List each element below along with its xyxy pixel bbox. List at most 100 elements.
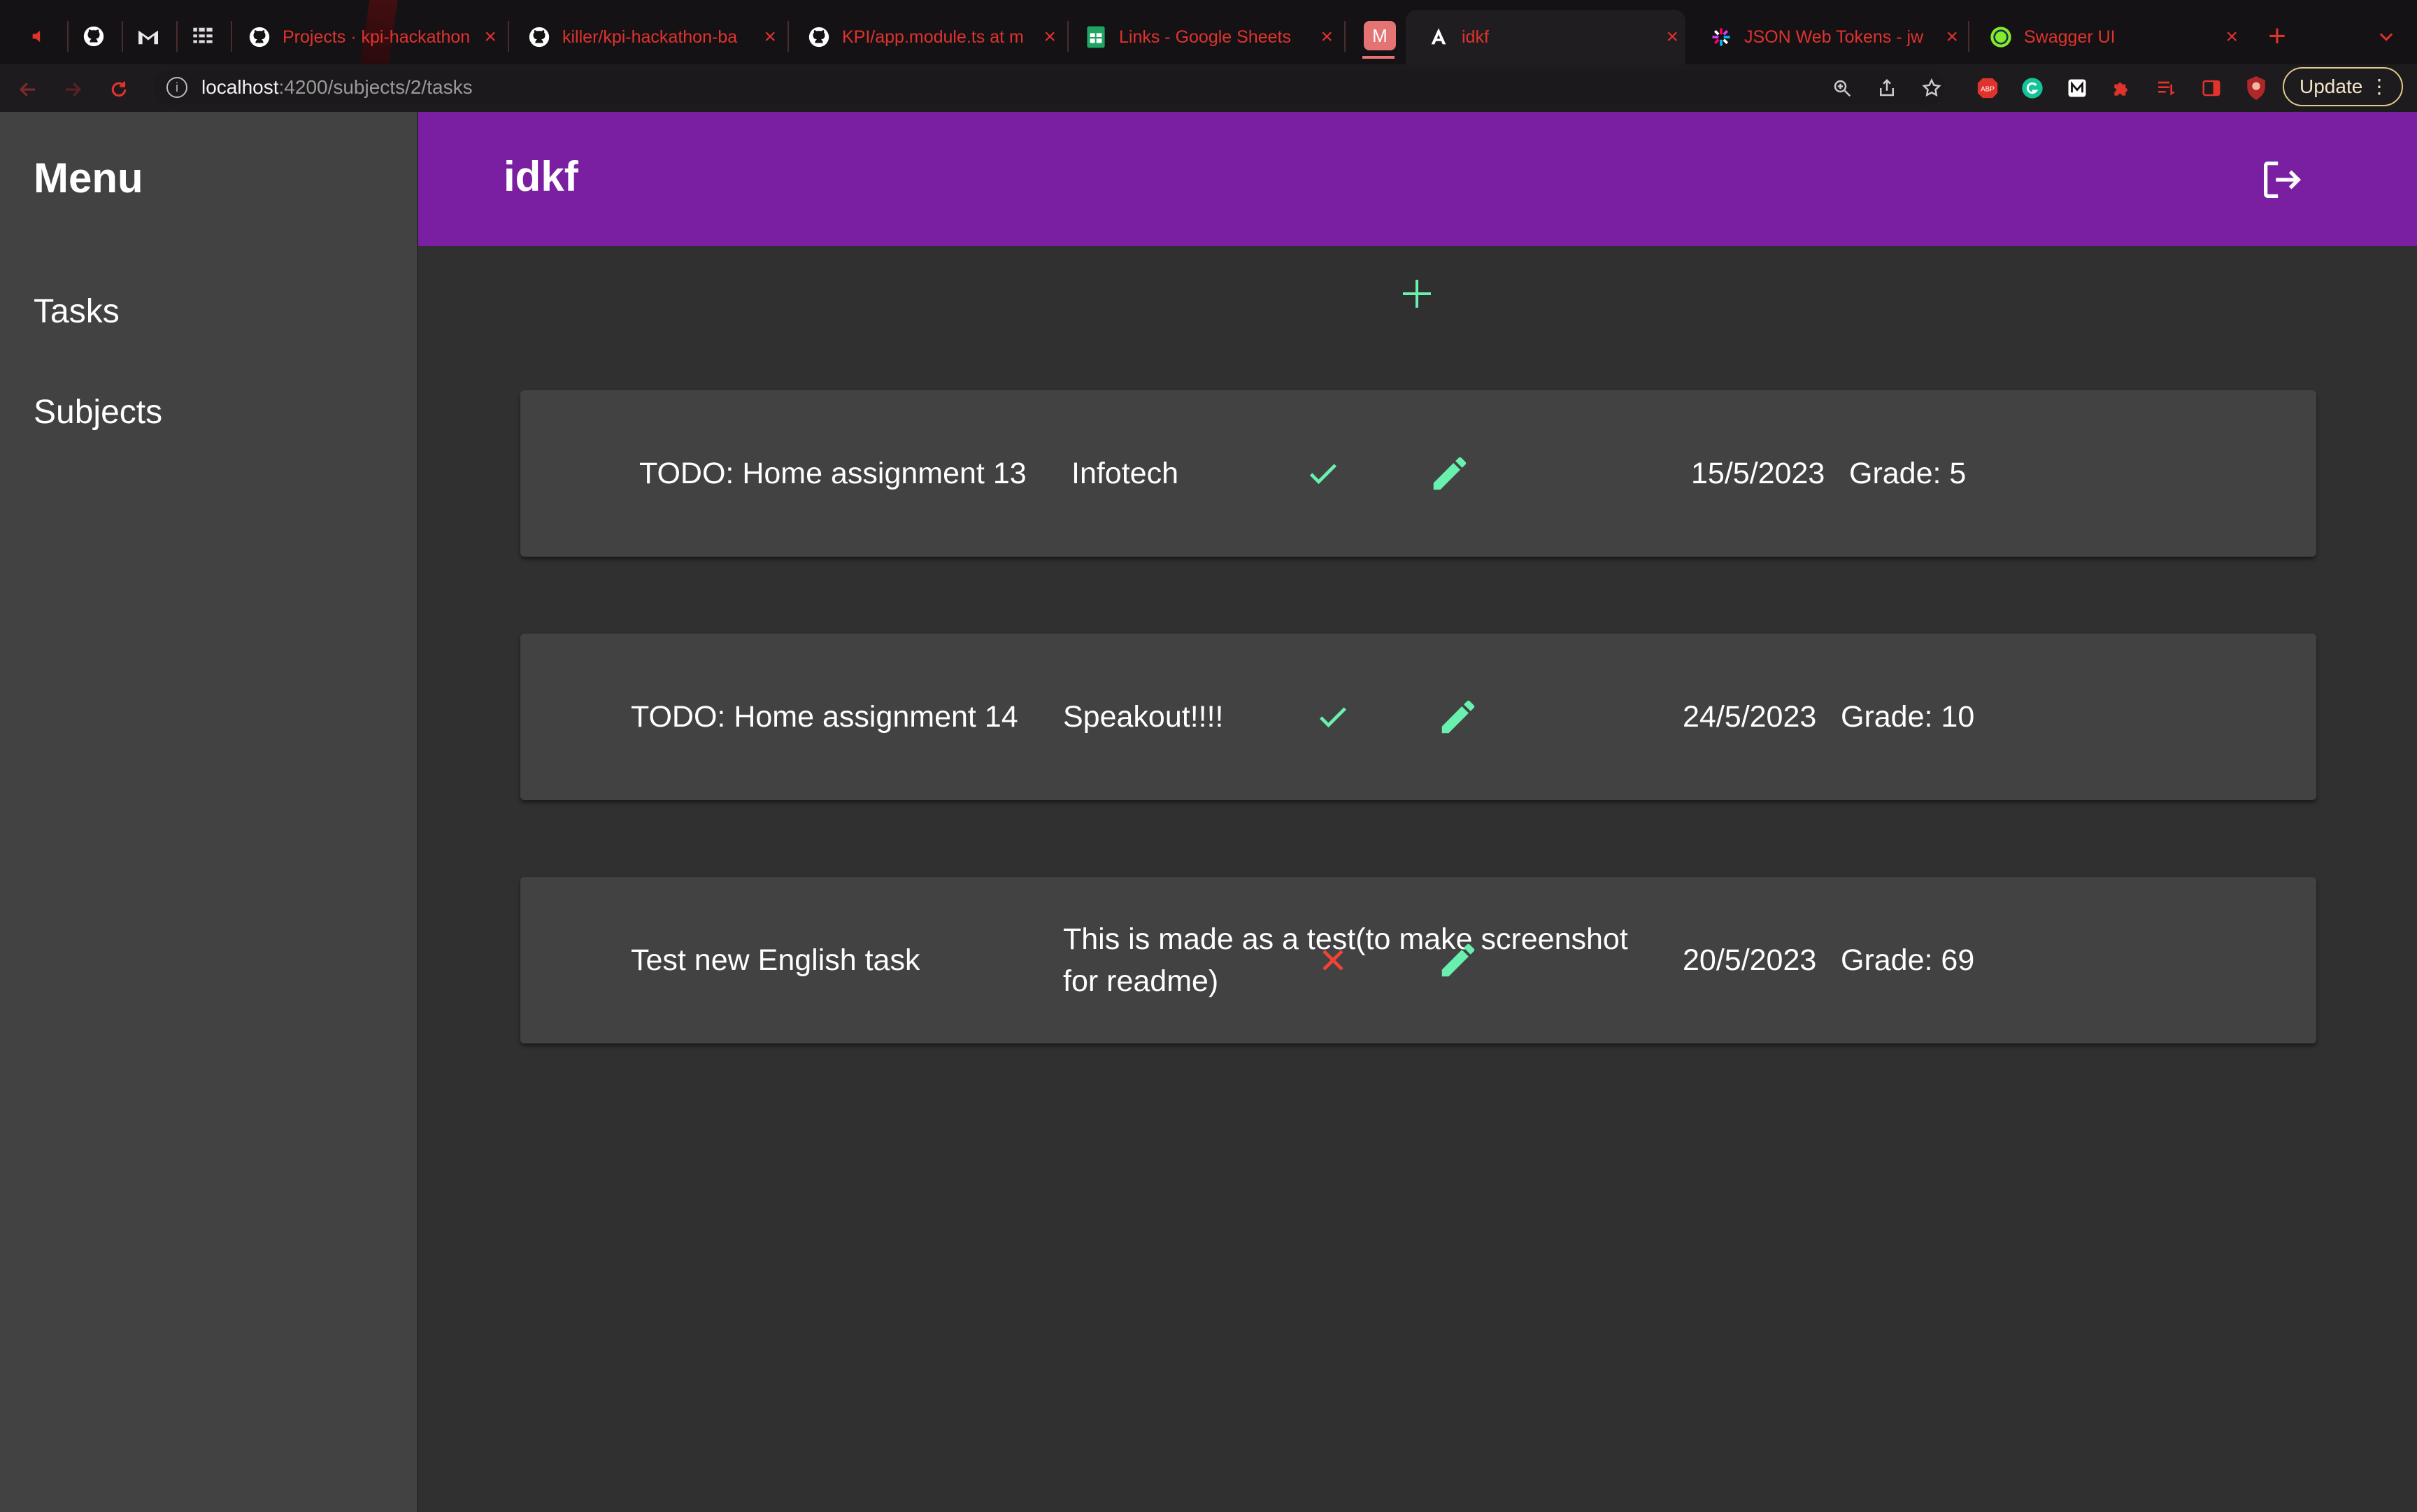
update-label: Update bbox=[2300, 76, 2363, 97]
github-icon bbox=[527, 25, 551, 49]
puzzle-icon bbox=[2114, 83, 2127, 96]
task-name: Test new English task bbox=[631, 943, 920, 977]
sidebar-item-subjects[interactable]: Subjects bbox=[34, 393, 162, 432]
logout-button[interactable] bbox=[2258, 155, 2307, 204]
update-button[interactable]: Update ⋮ bbox=[2283, 67, 2403, 106]
tab-badge-m[interactable]: M bbox=[1362, 20, 1397, 52]
check-icon bbox=[1319, 707, 1347, 728]
adblock-icon: ABP bbox=[1977, 78, 1998, 99]
tab-close-icon[interactable]: × bbox=[1666, 25, 1678, 49]
tab-close-icon[interactable]: × bbox=[764, 25, 776, 49]
edit-task-button[interactable] bbox=[1428, 452, 1471, 495]
tab-close-icon[interactable]: × bbox=[484, 25, 497, 49]
task-date: 24/5/2023 bbox=[1683, 700, 1817, 734]
speaker-icon bbox=[32, 30, 41, 43]
task-card: TODO: Home assignment 14 Speakout!!!! 24… bbox=[520, 634, 2316, 800]
browser-tab-app-module[interactable]: KPI/app.module.ts at m × bbox=[783, 10, 1063, 64]
share-button[interactable] bbox=[1873, 74, 1901, 102]
pinned-tab-github[interactable] bbox=[78, 21, 109, 52]
task-grade: Grade: 69 bbox=[1841, 943, 1975, 977]
back-button[interactable] bbox=[14, 76, 42, 104]
browser-tab-idkf[interactable]: idkf × bbox=[1406, 10, 1685, 64]
profile-button[interactable] bbox=[2242, 74, 2270, 102]
task-date: 15/5/2023 bbox=[1691, 457, 1825, 490]
reload-icon bbox=[111, 81, 127, 97]
gmail-icon bbox=[138, 30, 158, 45]
forward-button[interactable] bbox=[59, 76, 87, 104]
reload-button[interactable] bbox=[105, 76, 133, 104]
side-panel-button[interactable] bbox=[2197, 74, 2225, 102]
medium-icon bbox=[2068, 79, 2086, 97]
swagger-icon bbox=[1989, 25, 2013, 49]
active-indicator bbox=[1362, 56, 1395, 59]
arrow-left-icon bbox=[19, 83, 35, 97]
browser-tab-swagger[interactable]: Swagger UI × bbox=[1965, 10, 2245, 64]
add-task-button[interactable] bbox=[1396, 273, 1438, 315]
tab-close-icon[interactable]: × bbox=[1043, 25, 1056, 49]
pinned-tab-speaker[interactable] bbox=[24, 21, 55, 52]
browser-tab-jwt[interactable]: JSON Web Tokens - jw × bbox=[1685, 10, 1965, 64]
url-host: localhost bbox=[201, 76, 279, 98]
github-icon bbox=[83, 26, 104, 47]
task-name: TODO: Home assignment 14 bbox=[631, 700, 1018, 734]
jwt-icon bbox=[1709, 25, 1733, 49]
url-path: :4200/subjects/2/tasks bbox=[278, 76, 473, 98]
medium-extension[interactable] bbox=[2063, 74, 2091, 102]
site-info-icon[interactable]: i bbox=[166, 77, 187, 98]
sidebar: Menu Tasks Subjects bbox=[0, 112, 418, 1512]
pencil-icon bbox=[1441, 943, 1475, 977]
task-done-status bbox=[1315, 699, 1351, 735]
edit-task-button[interactable] bbox=[1436, 695, 1480, 739]
sidebar-title: Menu bbox=[34, 155, 143, 201]
extensions-button[interactable] bbox=[2108, 74, 2136, 102]
tab-separator bbox=[1344, 21, 1346, 52]
tab-title: killer/kpi-hackathon-ba bbox=[562, 27, 738, 47]
svg-text:ABP: ABP bbox=[1981, 85, 1995, 93]
task-not-done-status bbox=[1315, 942, 1351, 978]
reading-list-button[interactable] bbox=[2153, 74, 2181, 102]
check-icon bbox=[1309, 464, 1337, 485]
zoom-icon bbox=[1834, 80, 1851, 97]
task-card: Test new English task This is made as a … bbox=[520, 877, 2316, 1043]
pinned-tab-gmail[interactable] bbox=[133, 21, 164, 52]
task-name: TODO: Home assignment 13 bbox=[639, 457, 1027, 490]
tab-title: Projects · kpi-hackathon bbox=[283, 27, 471, 47]
tab-title: Links - Google Sheets bbox=[1119, 27, 1291, 47]
task-date: 20/5/2023 bbox=[1683, 943, 1817, 977]
github-icon bbox=[807, 25, 831, 49]
zoom-button[interactable] bbox=[1828, 74, 1856, 102]
pencil-icon bbox=[1441, 700, 1475, 734]
logout-icon bbox=[2264, 162, 2302, 198]
address-bar[interactable]: i localhost:4200/subjects/2/tasks bbox=[154, 70, 1944, 105]
tab-close-icon[interactable]: × bbox=[2225, 25, 2238, 49]
adblock-extension[interactable]: ABP bbox=[1974, 74, 2002, 102]
browser-tab-sheets[interactable]: Links - Google Sheets × bbox=[1060, 10, 1340, 64]
task-description: Speakout!!!! bbox=[1063, 700, 1224, 734]
task-grade: Grade: 5 bbox=[1849, 457, 1967, 490]
pencil-icon bbox=[1433, 457, 1467, 490]
grammarly-extension[interactable] bbox=[2018, 74, 2046, 102]
close-icon bbox=[1322, 950, 1343, 971]
tab-title: KPI/app.module.ts at m bbox=[842, 27, 1024, 47]
tab-title: idkf bbox=[1462, 27, 1489, 47]
tab-separator bbox=[122, 21, 123, 52]
star-icon bbox=[1922, 78, 1941, 97]
bookmark-button[interactable] bbox=[1918, 74, 1946, 102]
profile-icon bbox=[2247, 76, 2265, 100]
browser-tab-strip: Projects · kpi-hackathon × killer/kpi-ha… bbox=[0, 0, 2417, 74]
tab-close-icon[interactable]: × bbox=[1320, 25, 1333, 49]
browser-tab-projects[interactable]: Projects · kpi-hackathon × bbox=[224, 10, 504, 64]
app-header: idkf bbox=[418, 112, 2417, 246]
tab-close-icon[interactable]: × bbox=[1946, 25, 1958, 49]
tab-search-button[interactable] bbox=[2371, 21, 2402, 52]
pinned-tab-app[interactable] bbox=[187, 21, 218, 52]
browser-tab-backend[interactable]: killer/kpi-hackathon-ba × bbox=[504, 10, 783, 64]
edit-task-button[interactable] bbox=[1436, 939, 1480, 982]
sheets-icon bbox=[1084, 25, 1108, 49]
new-tab-button[interactable]: + bbox=[2262, 21, 2293, 52]
page-title: idkf bbox=[504, 153, 578, 200]
tab-title: Swagger UI bbox=[2024, 27, 2116, 47]
more-vertical-icon[interactable]: ⋮ bbox=[2369, 76, 2389, 98]
sidebar-item-tasks[interactable]: Tasks bbox=[34, 292, 120, 331]
task-description: Infotech bbox=[1071, 457, 1178, 490]
